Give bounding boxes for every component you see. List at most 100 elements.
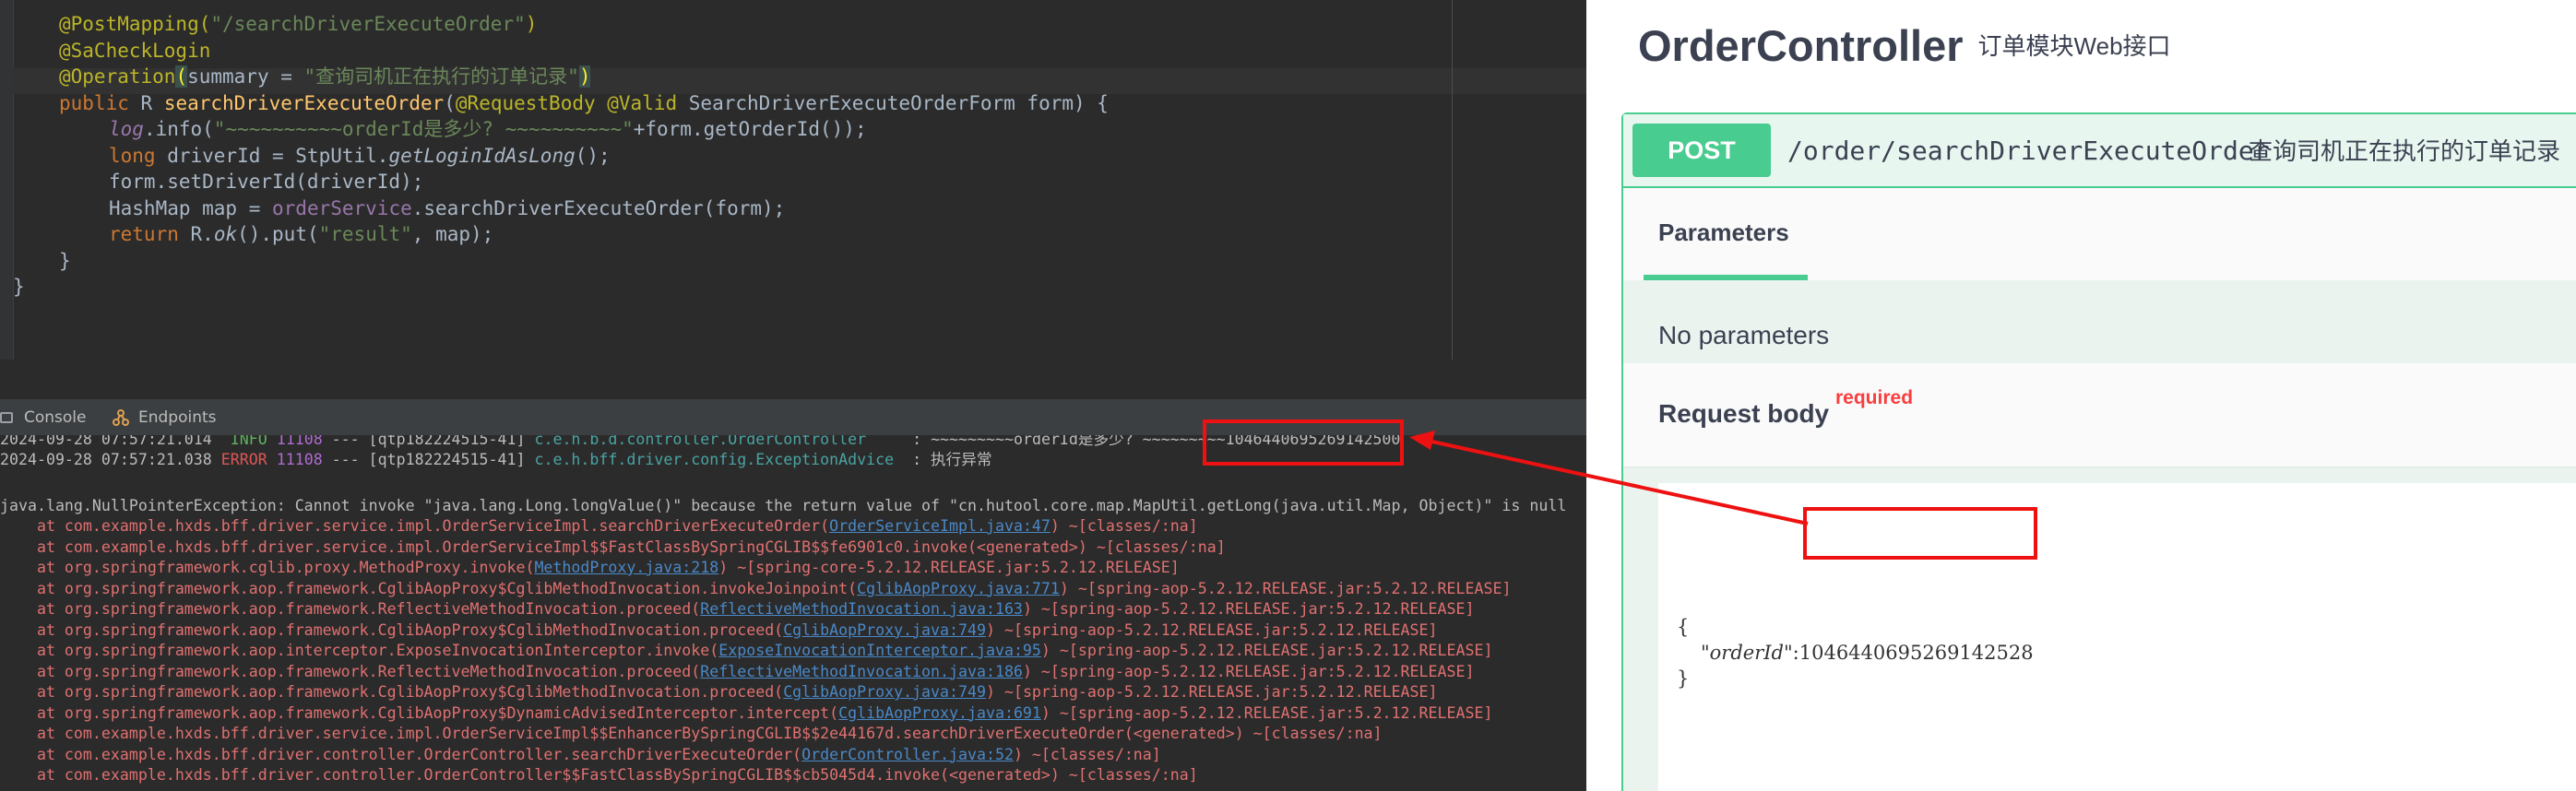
required-badge: required	[1835, 387, 1914, 408]
source-link[interactable]: OrderServiceImpl.java:47	[829, 517, 1051, 535]
tab-endpoints-label: Endpoints	[138, 408, 217, 427]
token: --- [qtp182224515-41]	[322, 435, 535, 448]
token: : 执行异常	[894, 451, 992, 468]
token: form.setDriverId(driverId);	[109, 171, 424, 193]
token: .searchDriverExecuteOrder(form);	[411, 196, 786, 219]
right-margin-guide	[1452, 0, 1453, 360]
operation-block: POST /order/searchDriverExecuteOrder 查询司…	[1621, 112, 2576, 791]
json-colon: :	[1792, 642, 1799, 664]
tab-parameters[interactable]: Parameters	[1658, 210, 1789, 254]
token: 11108	[276, 451, 323, 468]
token: "查询司机正在执行的订单记录"	[303, 65, 579, 88]
code-line: long driverId = StpUtil.getLoginIdAsLong…	[109, 143, 611, 169]
token: }	[59, 249, 71, 272]
source-link[interactable]: ExposeInvocationInterceptor.java:95	[718, 642, 1041, 659]
log-orderid-highlight	[1203, 419, 1404, 466]
token: orderService	[272, 196, 412, 219]
stack-frame: at com.example.hxds.bff.driver.controlle…	[0, 765, 1198, 785]
token: c.e.h.bff.driver.config.ExceptionAdvice	[534, 451, 895, 468]
source-link[interactable]: CglibAopProxy.java:691	[838, 704, 1041, 722]
stack-frame-text: at com.example.hxds.bff.driver.service.i…	[0, 517, 830, 535]
token: R.	[190, 223, 214, 245]
source-link[interactable]: CglibAopProxy.java:749	[783, 683, 986, 701]
controller-title: OrderController	[1638, 21, 1964, 70]
source-link[interactable]: CglibAopProxy.java:771	[857, 580, 1060, 597]
source-link[interactable]: ReflectiveMethodInvocation.java:186	[700, 663, 1023, 680]
stack-frame-suffix: ) ~[spring-aop-5.2.12.RELEASE.jar:5.2.12…	[1040, 703, 1493, 722]
json-value: 1046440695269142528	[1798, 642, 2034, 664]
tab-console[interactable]: Console	[0, 399, 87, 436]
log-line: 2024-09-28 07:57:21.038 ERROR 11108 --- …	[0, 450, 991, 470]
console-icon	[0, 412, 13, 423]
tab-endpoints[interactable]: Endpoints	[113, 399, 217, 436]
token: )	[578, 65, 591, 88]
token: @Operation	[59, 65, 176, 88]
active-tab-indicator	[1644, 275, 1808, 280]
stack-frame-text: at com.example.hxds.bff.driver.service.i…	[0, 725, 1383, 742]
stack-frame-text: at org.springframework.aop.framework.Ref…	[0, 662, 701, 680]
token: }	[13, 276, 25, 298]
stack-frame: at org.springframework.aop.framework.Cgl…	[0, 703, 1493, 724]
controller-description: 订单模块Web接口	[1977, 32, 2171, 60]
stack-frame-text: at org.springframework.aop.interceptor.E…	[0, 642, 719, 659]
token: ERROR	[220, 451, 267, 468]
endpoints-icon	[113, 409, 129, 426]
token: ok	[213, 223, 238, 245]
code-line: form.setDriverId(driverId);	[109, 169, 423, 195]
request-body-editor[interactable]: { "orderId":1046440695269142528 }	[1658, 483, 2576, 791]
stack-frame-suffix: ) ~[spring-aop-5.2.12.RELEASE.jar:5.2.12…	[1022, 662, 1475, 680]
token: c.e.h.b.d.controller.OrderController	[534, 435, 904, 448]
token: summary =	[187, 65, 304, 88]
stack-frame-suffix: ) ~[spring-aop-5.2.12.RELEASE.jar:5.2.12…	[1022, 600, 1475, 618]
code-line: }	[13, 274, 25, 300]
stack-frame: at org.springframework.aop.framework.Cgl…	[0, 579, 1511, 599]
source-link[interactable]: OrderController.java:52	[801, 746, 1014, 763]
token: (	[444, 91, 456, 114]
token: R	[140, 91, 164, 114]
ide-panel: @PostMapping("/searchDriverExecuteOrder"…	[0, 0, 1586, 791]
source-link[interactable]: MethodProxy.java:218	[534, 559, 718, 576]
code-line: return R.ok().put("result", map);	[109, 221, 493, 247]
json-open-brace: {	[1677, 616, 1690, 638]
request-orderid-highlight	[1803, 507, 2037, 560]
token: SearchDriverExecuteOrderForm form) {	[688, 91, 1109, 114]
token: getLoginIdAsLong	[388, 144, 576, 167]
token: 11108	[276, 435, 323, 448]
token: --- [qtp182224515-41]	[322, 451, 535, 468]
stack-frame-suffix: ) ~[spring-aop-5.2.12.RELEASE.jar:5.2.12…	[1059, 579, 1512, 597]
stack-frame-suffix: ) ~[spring-core-5.2.12.RELEASE.jar:5.2.1…	[718, 559, 1180, 576]
controller-header[interactable]: OrderController 订单模块Web接口	[1638, 13, 2171, 79]
stack-frame-text: at org.springframework.aop.framework.Cgl…	[0, 683, 784, 701]
code-line: public R searchDriverExecuteOrder(@Reque…	[59, 90, 1109, 116]
token: )	[525, 13, 538, 35]
token: , map);	[411, 223, 494, 245]
token: .info(	[143, 118, 214, 140]
stack-frame-suffix: ) ~[spring-aop-5.2.12.RELEASE.jar:5.2.12…	[1040, 642, 1493, 659]
stack-frame: at org.springframework.aop.framework.Cgl…	[0, 620, 1438, 641]
token: public	[59, 91, 141, 114]
stack-frame-suffix: ) ~[classes/:na]	[1050, 517, 1198, 535]
operation-summary[interactable]: POST /order/searchDriverExecuteOrder 查询司…	[1623, 114, 2576, 188]
token: INFO	[230, 435, 267, 448]
stack-frame: at com.example.hxds.bff.driver.service.i…	[0, 516, 1198, 537]
method-badge: POST	[1632, 124, 1771, 177]
token: long	[109, 144, 168, 167]
console-output[interactable]: 2024-09-28 07:57:21.014 INFO 11108 --- […	[0, 435, 1586, 791]
parameters-header: Parameters	[1623, 188, 2576, 280]
source-link[interactable]: CglibAopProxy.java:749	[783, 621, 986, 639]
token: @SaCheckLogin	[59, 39, 211, 62]
token: "~~~~~~~~~~orderId是多少? ~~~~~~~~~~"	[213, 118, 634, 140]
stack-frame: at org.springframework.aop.framework.Cgl…	[0, 682, 1438, 702]
code-line: HashMap map = orderService.searchDriverE…	[109, 195, 785, 221]
request-body-header: Request body required	[1623, 363, 2576, 468]
source-link[interactable]: ReflectiveMethodInvocation.java:163	[700, 600, 1023, 618]
stack-frame-text: at org.springframework.aop.framework.Cgl…	[0, 579, 858, 597]
token: log	[109, 118, 144, 140]
token: "/searchDriverExecuteOrder"	[210, 13, 526, 35]
code-editor[interactable]: @PostMapping("/searchDriverExecuteOrder"…	[0, 0, 1586, 360]
json-line: "orderId":1046440695269142528	[1701, 640, 2034, 666]
stack-frame-text: at org.springframework.aop.framework.Cgl…	[0, 620, 784, 639]
stack-frame-text: at org.springframework.cglib.proxy.Metho…	[0, 559, 535, 576]
operation-summary-text: 查询司机正在执行的订单记录	[2249, 137, 2561, 165]
stack-frame-suffix: ) ~[classes/:na]	[1013, 745, 1161, 763]
